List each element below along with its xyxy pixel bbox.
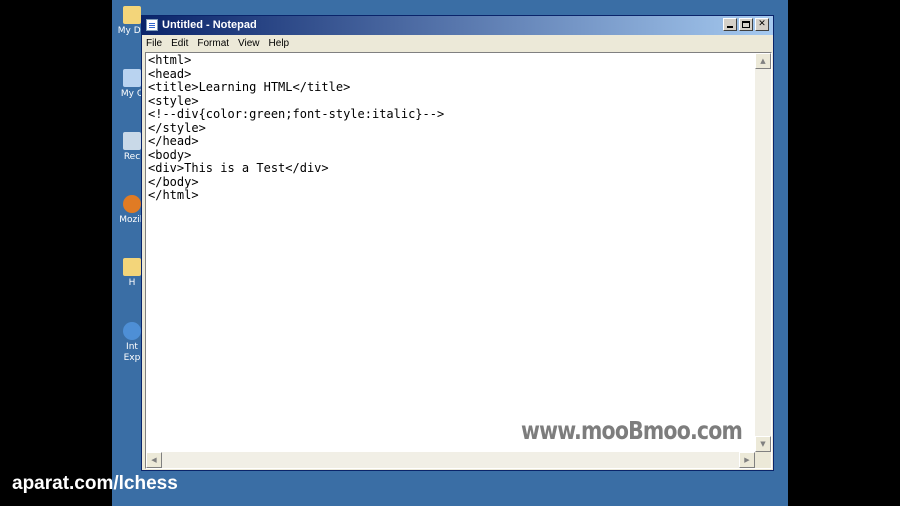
internet-explorer-icon <box>123 322 141 340</box>
scroll-down-button[interactable]: ▼ <box>755 436 771 452</box>
folder-icon <box>123 258 141 276</box>
title-bar[interactable]: Untitled - Notepad ✕ <box>142 16 773 35</box>
menu-view[interactable]: View <box>238 37 260 51</box>
minimize-button[interactable] <box>723 18 737 31</box>
notepad-icon[interactable] <box>146 19 158 31</box>
maximize-button[interactable] <box>739 18 753 31</box>
watermark-text: www.mooBmoo.com <box>521 416 743 445</box>
editor-content[interactable]: <html> <head> <title>Learning HTML</titl… <box>148 53 444 203</box>
close-button[interactable]: ✕ <box>755 18 769 31</box>
horizontal-scrollbar[interactable]: ◀ ▶ <box>146 452 755 468</box>
scroll-up-button[interactable]: ▲ <box>755 53 771 69</box>
scroll-left-button[interactable]: ◀ <box>146 452 162 468</box>
aparat-watermark: aparat.com/lchess <box>12 473 178 494</box>
menu-edit[interactable]: Edit <box>171 37 188 51</box>
window-controls: ✕ <box>721 18 769 31</box>
menu-file[interactable]: File <box>146 37 162 51</box>
menu-format[interactable]: Format <box>197 37 229 51</box>
recycle-bin-icon <box>123 132 141 150</box>
scroll-right-button[interactable]: ▶ <box>739 452 755 468</box>
folder-icon <box>123 6 141 24</box>
size-grip[interactable] <box>755 452 771 468</box>
vertical-scrollbar[interactable]: ▲ ▼ <box>755 53 771 452</box>
window-title: Untitled - Notepad <box>162 19 257 31</box>
notepad-window: Untitled - Notepad ✕ File Edit Format Vi… <box>141 15 774 471</box>
menu-bar: File Edit Format View Help <box>142 35 773 53</box>
computer-icon <box>123 69 141 87</box>
menu-help[interactable]: Help <box>269 37 290 51</box>
text-editor[interactable]: <html> <head> <title>Learning HTML</titl… <box>145 52 772 469</box>
firefox-icon <box>123 195 141 213</box>
